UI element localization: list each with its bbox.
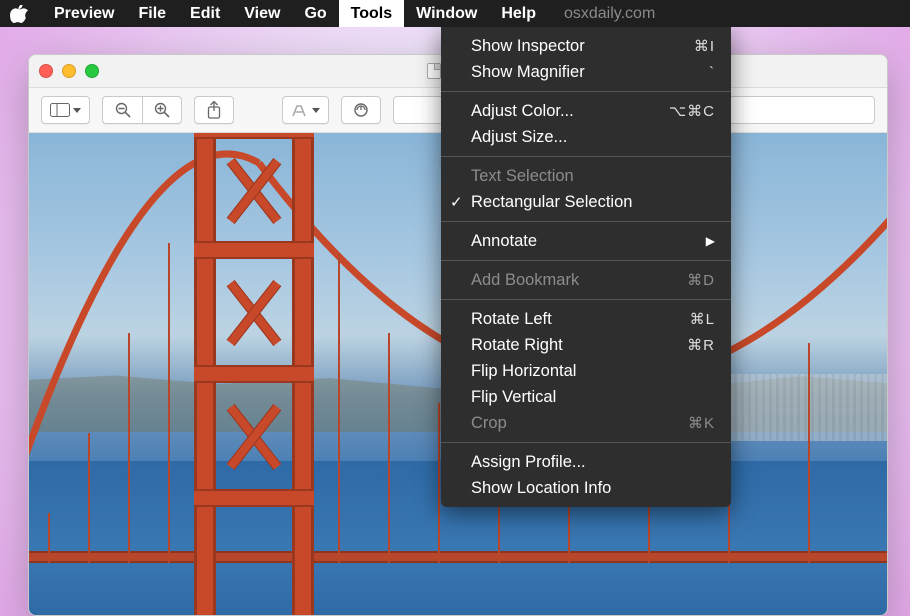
traffic-lights bbox=[39, 64, 99, 78]
menu-item-annotate[interactable]: Annotate▶ bbox=[441, 228, 731, 254]
fullscreen-button[interactable] bbox=[85, 64, 99, 78]
menu-item-show-location-info[interactable]: Show Location Info bbox=[441, 475, 731, 501]
menubar-watermark: osxdaily.com bbox=[552, 0, 667, 27]
menu-item-label: Show Inspector bbox=[471, 37, 694, 56]
menu-item-label: Rotate Right bbox=[471, 336, 687, 355]
minimize-button[interactable] bbox=[62, 64, 76, 78]
bridge-tower bbox=[194, 133, 314, 615]
sidebar-view-button[interactable] bbox=[41, 96, 90, 124]
menu-item-show-inspector[interactable]: Show Inspector⌘I bbox=[441, 33, 731, 59]
submenu-arrow-icon: ▶ bbox=[706, 234, 715, 248]
menu-separator bbox=[441, 156, 731, 157]
menu-item-label: Assign Profile... bbox=[471, 453, 715, 472]
menu-item-adjust-color[interactable]: Adjust Color...⌥⌘C bbox=[441, 98, 731, 124]
menubar-window[interactable]: Window bbox=[404, 0, 489, 27]
zoom-out-button[interactable] bbox=[102, 96, 142, 124]
menubar: Preview File Edit View Go Tools Window H… bbox=[0, 0, 910, 27]
markup-toolbox-button[interactable] bbox=[341, 96, 381, 124]
highlight-icon bbox=[291, 102, 309, 118]
menu-item-crop: Crop⌘K bbox=[441, 410, 731, 436]
close-button[interactable] bbox=[39, 64, 53, 78]
sidebar-icon bbox=[50, 103, 70, 117]
zoom-in-button[interactable] bbox=[142, 96, 182, 124]
menu-item-adjust-size[interactable]: Adjust Size... bbox=[441, 124, 731, 150]
menu-item-shortcut: ⌘I bbox=[694, 37, 715, 55]
menu-item-shortcut: ⌥⌘C bbox=[669, 102, 715, 120]
menubar-help[interactable]: Help bbox=[489, 0, 548, 27]
zoom-in-icon bbox=[154, 102, 170, 118]
menubar-go[interactable]: Go bbox=[292, 0, 338, 27]
menubar-edit[interactable]: Edit bbox=[178, 0, 232, 27]
checkmark-icon: ✓ bbox=[450, 193, 463, 211]
zoom-group bbox=[102, 96, 182, 124]
chevron-down-icon bbox=[312, 108, 320, 113]
menu-item-flip-vertical[interactable]: Flip Vertical bbox=[441, 384, 731, 410]
menubar-file[interactable]: File bbox=[126, 0, 178, 27]
menu-item-rotate-left[interactable]: Rotate Left⌘L bbox=[441, 306, 731, 332]
menu-item-rectangular-selection[interactable]: ✓ Rectangular Selection bbox=[441, 189, 731, 215]
zoom-out-icon bbox=[115, 102, 131, 118]
markup-toolbox-icon bbox=[352, 102, 370, 118]
menu-item-shortcut: ⌘L bbox=[690, 310, 715, 328]
menu-separator bbox=[441, 442, 731, 443]
menu-item-rotate-right[interactable]: Rotate Right⌘R bbox=[441, 332, 731, 358]
apple-logo-icon[interactable] bbox=[10, 5, 28, 23]
menu-item-label: Add Bookmark bbox=[471, 271, 687, 290]
menu-item-label: Annotate bbox=[471, 232, 706, 251]
menubar-view[interactable]: View bbox=[232, 0, 292, 27]
menu-item-shortcut: ⌘D bbox=[687, 271, 715, 289]
menubar-app[interactable]: Preview bbox=[42, 0, 126, 27]
menu-item-label: Rectangular Selection bbox=[471, 193, 715, 212]
menu-separator bbox=[441, 260, 731, 261]
menu-item-shortcut: ⌘R bbox=[687, 336, 715, 354]
menu-separator bbox=[441, 91, 731, 92]
menu-item-label: Flip Horizontal bbox=[471, 362, 715, 381]
menu-item-label: Crop bbox=[471, 414, 688, 433]
menu-item-label: Adjust Size... bbox=[471, 128, 715, 147]
menubar-tools[interactable]: Tools bbox=[339, 0, 404, 27]
menu-item-label: Rotate Left bbox=[471, 310, 690, 329]
share-button[interactable] bbox=[194, 96, 234, 124]
menu-item-add-bookmark: Add Bookmark⌘D bbox=[441, 267, 731, 293]
menu-item-shortcut: ` bbox=[709, 64, 715, 81]
menu-separator bbox=[441, 299, 731, 300]
menu-item-show-magnifier[interactable]: Show Magnifier` bbox=[441, 59, 731, 85]
menu-item-flip-horizontal[interactable]: Flip Horizontal bbox=[441, 358, 731, 384]
menu-item-assign-profile[interactable]: Assign Profile... bbox=[441, 449, 731, 475]
menu-item-label: Adjust Color... bbox=[471, 102, 669, 121]
tools-menu: Show Inspector⌘IShow Magnifier`Adjust Co… bbox=[441, 27, 731, 507]
menu-separator bbox=[441, 221, 731, 222]
share-icon bbox=[207, 101, 221, 119]
highlight-button[interactable] bbox=[282, 96, 329, 124]
menu-item-label: Show Magnifier bbox=[471, 63, 709, 82]
menu-item-shortcut: ⌘K bbox=[688, 414, 715, 432]
chevron-down-icon bbox=[73, 108, 81, 113]
menu-item-text-selection: Text Selection bbox=[441, 163, 731, 189]
document-icon bbox=[427, 63, 441, 79]
menu-item-label: Flip Vertical bbox=[471, 388, 715, 407]
menu-item-label: Show Location Info bbox=[471, 479, 715, 498]
menu-item-label: Text Selection bbox=[471, 167, 715, 186]
